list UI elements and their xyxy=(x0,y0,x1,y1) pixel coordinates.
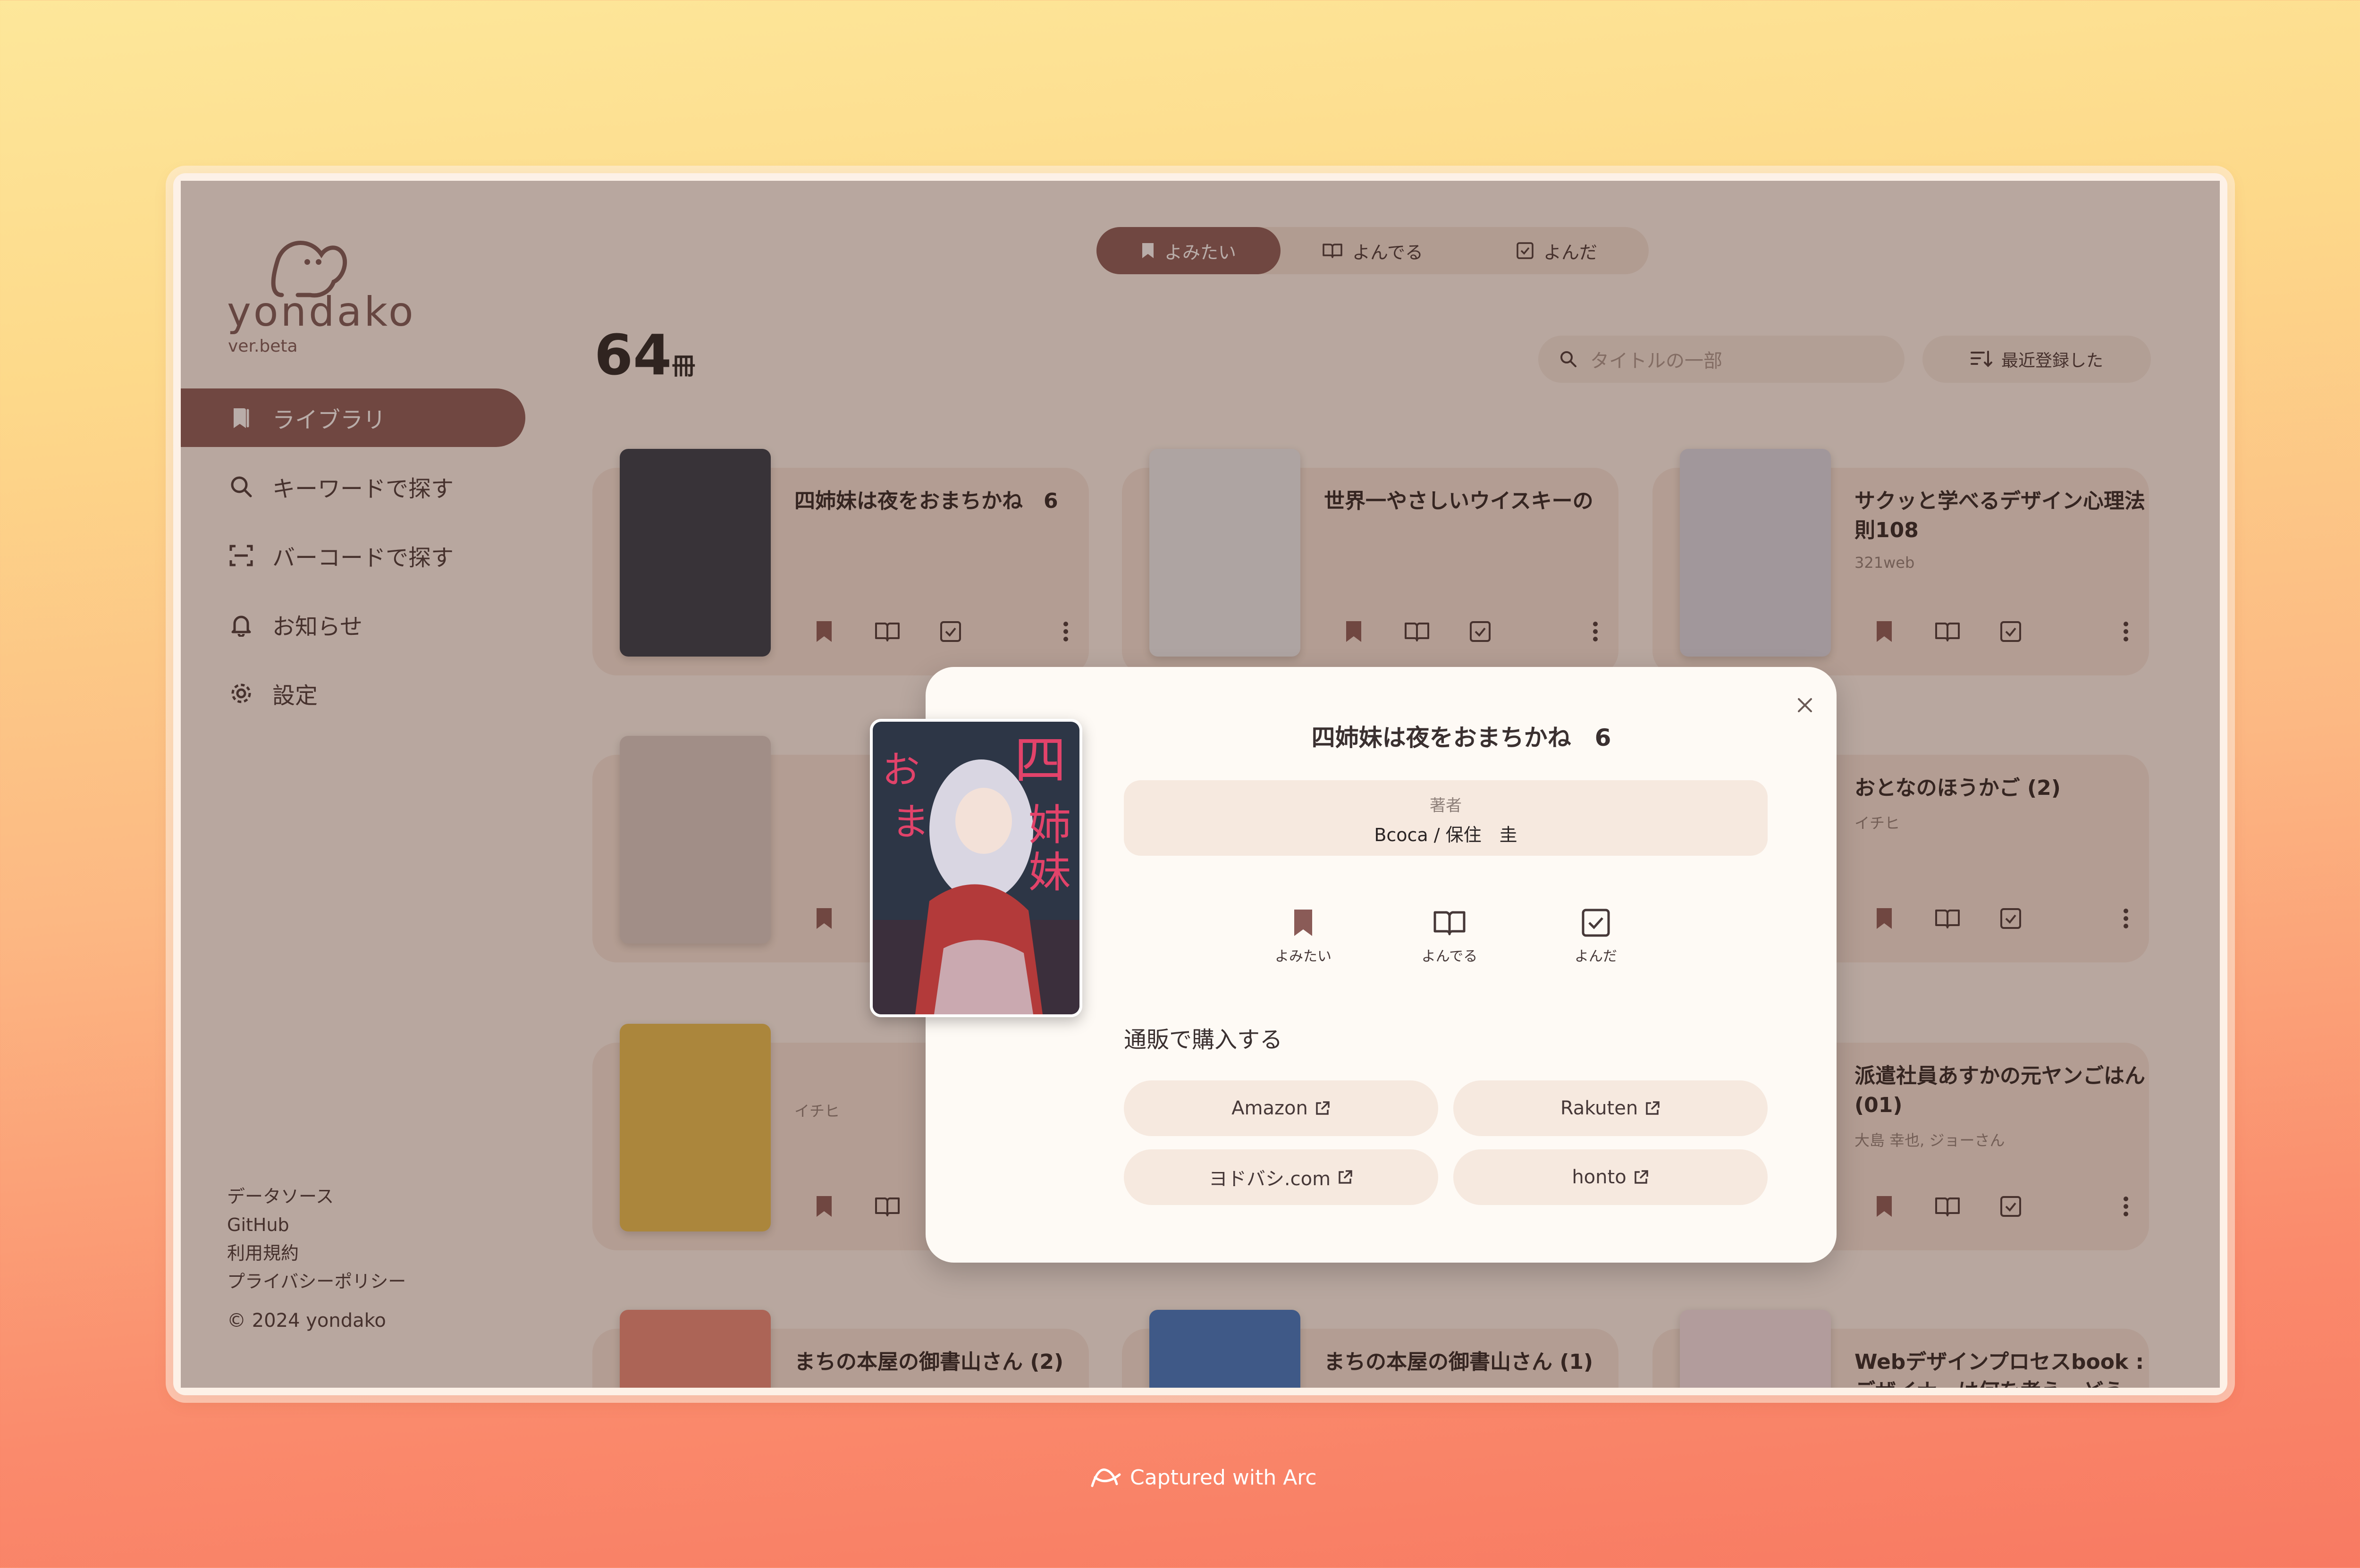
author-value: Bcoca / 保住 圭 xyxy=(1374,825,1517,845)
checkbox-icon xyxy=(1582,909,1610,937)
external-link-icon xyxy=(1646,1101,1660,1115)
bookmark-filled-icon xyxy=(1294,910,1312,936)
shop-honto-button[interactable]: honto xyxy=(1453,1149,1768,1205)
close-button[interactable] xyxy=(1793,693,1817,717)
status-label: よんでる xyxy=(1421,948,1478,965)
modal-title: 四姉妹は夜をおまちかね 6 xyxy=(1311,724,1611,751)
shop-label: honto xyxy=(1572,1166,1627,1188)
external-link-icon xyxy=(1634,1170,1648,1184)
shop-rakuten-button[interactable]: Rakuten xyxy=(1453,1080,1768,1136)
external-link-icon xyxy=(1316,1101,1330,1115)
book-detail-modal: 四 姉 妹 お ま 四姉妹は夜をおまちかね 6 著者 Bcoca / 保住 圭 … xyxy=(870,667,1837,1263)
status-label: よんだ xyxy=(1575,948,1617,965)
svg-text:ま: ま xyxy=(892,800,929,844)
svg-text:姉: 姉 xyxy=(1028,801,1071,850)
close-icon xyxy=(1798,698,1812,712)
open-book-icon xyxy=(1433,911,1466,936)
browser-window: yondako ver.beta ライブラリ キーワードで探す バーコードで探す… xyxy=(173,173,2227,1395)
shop-label: ヨドバシ.com xyxy=(1208,1168,1331,1190)
arc-logo-icon xyxy=(1091,1468,1121,1487)
shop-label: Amazon xyxy=(1231,1097,1308,1119)
arc-watermark-text: Captured with Arc xyxy=(1130,1465,1317,1490)
svg-text:四: 四 xyxy=(1014,730,1066,791)
app: yondako ver.beta ライブラリ キーワードで探す バーコードで探す… xyxy=(181,181,2220,1388)
svg-text:妹: 妹 xyxy=(1028,848,1071,897)
shop-amazon-button[interactable]: Amazon xyxy=(1124,1080,1438,1136)
status-label: よみたい xyxy=(1275,948,1332,965)
reading-status-buttons: よみたい よんでる よんだ xyxy=(1265,908,1634,965)
status-reading-button[interactable]: よんでる xyxy=(1412,908,1487,965)
status-want-to-read-button[interactable]: よみたい xyxy=(1265,908,1341,965)
arc-watermark: Captured with Arc xyxy=(1088,1463,1317,1492)
author-box: 著者 Bcoca / 保住 圭 xyxy=(1124,780,1768,856)
svg-text:お: お xyxy=(882,748,920,792)
external-link-icon xyxy=(1339,1170,1352,1184)
status-finished-button[interactable]: よんだ xyxy=(1558,908,1634,965)
book-cover: 四 姉 妹 お ま xyxy=(870,719,1082,1017)
shop-label: Rakuten xyxy=(1560,1097,1638,1119)
shop-yodobashi-button[interactable]: ヨドバシ.com xyxy=(1124,1149,1438,1205)
author-label: 著者 xyxy=(1430,796,1462,815)
buy-heading: 通販で購入する xyxy=(1124,1027,1283,1053)
